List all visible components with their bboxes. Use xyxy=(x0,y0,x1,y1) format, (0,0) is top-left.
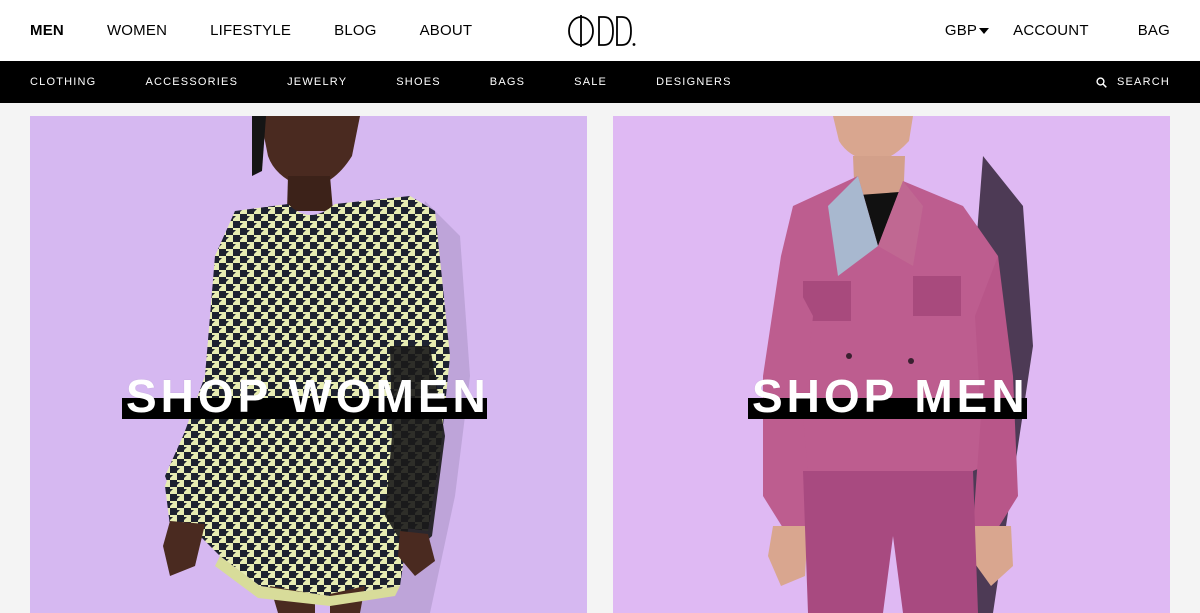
nav-about[interactable]: ABOUT xyxy=(420,22,473,39)
category-sale[interactable]: SALE xyxy=(574,76,607,88)
shop-women-cta[interactable]: SHOP WOMEN xyxy=(122,371,487,419)
search-label: SEARCH xyxy=(1116,76,1170,88)
category-bar: CLOTHING ACCESSORIES JEWELRY SHOES BAGS … xyxy=(0,61,1200,103)
shop-women-panel[interactable] xyxy=(30,116,587,613)
account-link[interactable]: ACCOUNT xyxy=(1013,22,1089,39)
category-jewelry[interactable]: JEWELRY xyxy=(287,76,347,88)
men-model-image xyxy=(763,116,1033,613)
nav-men[interactable]: MEN xyxy=(27,22,67,41)
shop-women-label: SHOP WOMEN xyxy=(126,370,490,422)
category-nav: CLOTHING ACCESSORIES JEWELRY SHOES BAGS … xyxy=(30,61,781,103)
category-accessories[interactable]: ACCESSORIES xyxy=(145,76,238,88)
primary-nav: MEN WOMEN LIFESTYLE BLOG ABOUT xyxy=(27,0,515,61)
currency-selector[interactable]: GBP xyxy=(945,22,990,39)
shop-men-panel[interactable] xyxy=(613,116,1170,613)
bag-link[interactable]: BAG xyxy=(1138,22,1170,39)
nav-lifestyle[interactable]: LIFESTYLE xyxy=(210,22,291,39)
shop-men-cta[interactable]: SHOP MEN xyxy=(748,371,1027,419)
search-icon xyxy=(1096,76,1107,88)
shop-men-label: SHOP MEN xyxy=(752,370,1029,422)
caret-down-icon xyxy=(979,28,990,34)
nav-women[interactable]: WOMEN xyxy=(107,22,167,39)
women-model-image xyxy=(163,116,470,613)
nav-blog[interactable]: BLOG xyxy=(334,22,376,39)
category-clothing[interactable]: CLOTHING xyxy=(30,76,96,88)
search-button[interactable]: SEARCH xyxy=(1096,61,1170,103)
brand-logo[interactable] xyxy=(566,14,636,48)
currency-label[interactable]: GBP xyxy=(945,22,977,39)
category-designers[interactable]: DESIGNERS xyxy=(656,76,732,88)
top-header: MEN WOMEN LIFESTYLE BLOG ABOUT GBP ACCOU… xyxy=(0,0,1200,61)
utility-nav: GBP ACCOUNT BAG xyxy=(945,0,1170,61)
category-bags[interactable]: BAGS xyxy=(490,76,525,88)
category-shoes[interactable]: SHOES xyxy=(396,76,441,88)
